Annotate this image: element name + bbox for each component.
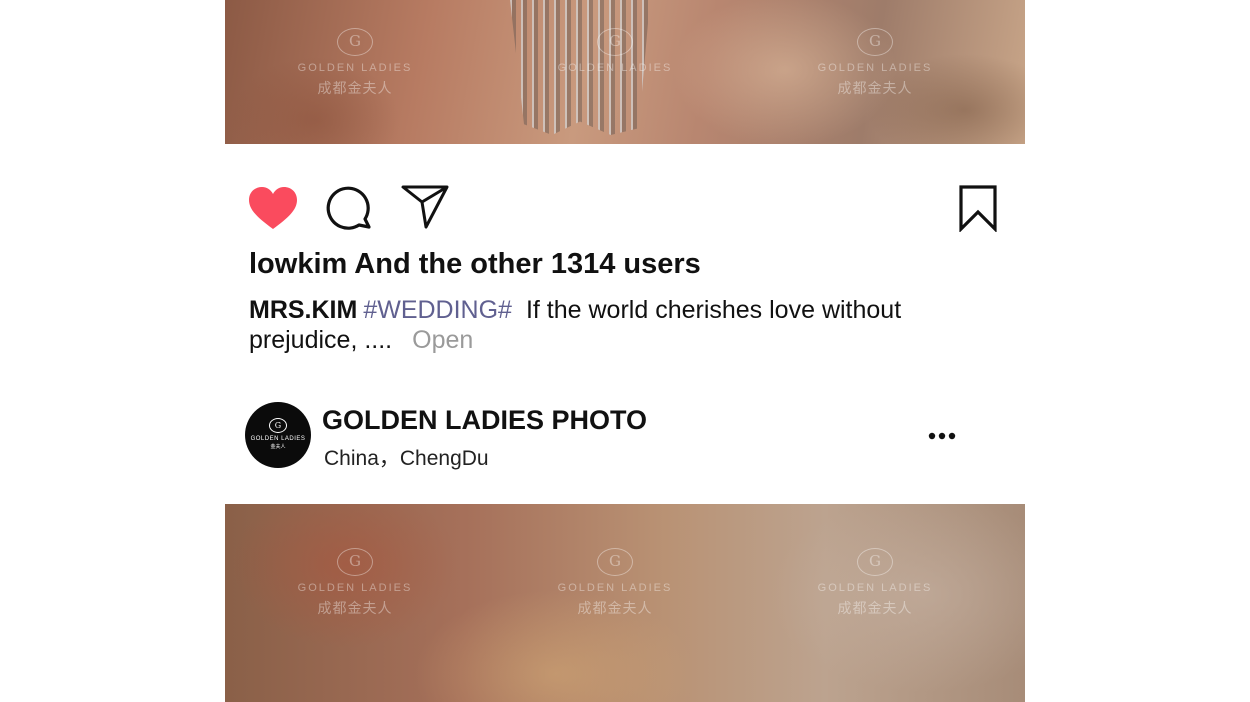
post-photo-top[interactable]: G GOLDEN LADIES 成都金夫人 G GOLDEN LADIES G … — [225, 0, 1025, 144]
more-dots-icon[interactable] — [927, 424, 957, 448]
watermark: G GOLDEN LADIES 成都金夫人 — [540, 548, 690, 618]
heart-icon[interactable] — [248, 186, 298, 232]
caption-open-link[interactable]: Open — [412, 326, 473, 354]
watermark: G GOLDEN LADIES 成都金夫人 — [280, 548, 430, 618]
likes-count[interactable]: lowkim And the other 1314 users — [249, 248, 701, 281]
account-location[interactable]: China，ChengDu — [324, 442, 489, 472]
avatar[interactable]: G GOLDEN LADIES 金夫人 — [245, 402, 311, 468]
avatar-logo: G — [269, 418, 287, 433]
bookmark-icon[interactable] — [958, 184, 998, 232]
comment-icon[interactable] — [326, 186, 372, 232]
watermark: G GOLDEN LADIES 成都金夫人 — [800, 548, 950, 618]
post-account-header: G GOLDEN LADIES 金夫人 GOLDEN LADIES PHOTO … — [245, 402, 965, 470]
caption-hashtag[interactable]: #WEDDING# — [363, 296, 512, 324]
watermark: G GOLDEN LADIES — [540, 28, 690, 78]
watermark: G GOLDEN LADIES 成都金夫人 — [280, 28, 430, 98]
share-icon[interactable] — [400, 184, 450, 230]
post-photo-bottom[interactable]: G GOLDEN LADIES 成都金夫人 G GOLDEN LADIES 成都… — [225, 504, 1025, 702]
account-name[interactable]: GOLDEN LADIES PHOTO — [322, 405, 647, 436]
caption-username[interactable]: MRS.KIM — [249, 296, 357, 324]
post-caption: MRS.KIM #WEDDING# If the world cherishes l… — [249, 295, 949, 355]
watermark: G GOLDEN LADIES 成都金夫人 — [800, 28, 950, 98]
post-actions — [248, 182, 998, 234]
